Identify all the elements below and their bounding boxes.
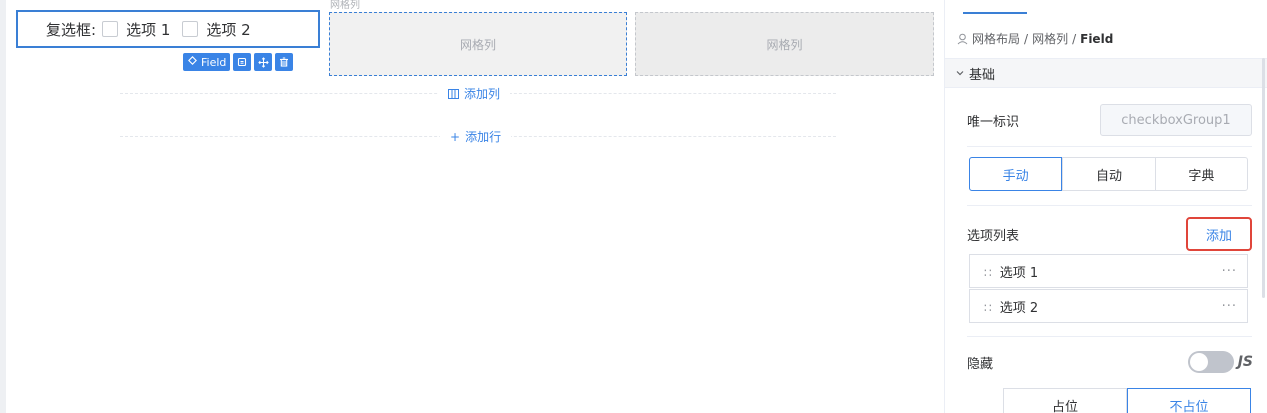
checkbox-option-label: 选项 1	[126, 20, 171, 39]
checkbox-option-label: 选项 2	[206, 20, 251, 39]
field-toolbar: Field	[183, 53, 294, 71]
placeholder-mode-selector: 占位 不占位	[1003, 388, 1251, 413]
add-column-button[interactable]: 添加列	[438, 85, 511, 102]
plus-icon: +	[450, 129, 461, 144]
grid-column-label: 网格列	[766, 37, 803, 52]
hidden-label: 隐藏	[967, 356, 994, 372]
panel-scrollbar[interactable]	[1262, 58, 1265, 298]
add-option-button[interactable]: 添加	[1186, 217, 1252, 251]
drag-handle-icon[interactable]: ∷	[984, 266, 992, 280]
option-source-selector: 手动 自动 字典	[969, 157, 1248, 191]
grid-row: 网格列 复选框: 选项 1 选项 2 Field 网格列 网格列	[6, 0, 950, 90]
grid-column[interactable]: 网格列	[635, 12, 934, 76]
more-icon[interactable]: ···	[1222, 264, 1237, 279]
source-mode-auto[interactable]: 自动	[1062, 158, 1154, 190]
copy-icon	[238, 57, 247, 67]
field-type-button[interactable]: Field	[183, 53, 231, 71]
options-list-label: 选项列表	[967, 228, 1020, 244]
checkbox-box[interactable]	[182, 21, 199, 37]
drag-handle-icon[interactable]: ∷	[984, 301, 992, 315]
hidden-toggle[interactable]	[1187, 351, 1234, 373]
breadcrumb-separator: /	[1024, 31, 1029, 46]
unique-id-row: 唯一标识 checkboxGroup1	[967, 104, 1252, 136]
design-canvas: 网格列 复选框: 选项 1 选项 2 Field 网格列 网格列 添加列 + 添…	[0, 0, 944, 413]
unique-id-label: 唯一标识	[967, 114, 1020, 130]
divider	[967, 336, 1252, 337]
trash-icon	[280, 57, 289, 67]
breadcrumb-current: Field	[1080, 31, 1114, 46]
panel-tabs	[945, 0, 1267, 18]
grid-column-caption: 网格列	[330, 0, 360, 11]
property-panel: 网格布局 / 网格列 / Field 基础 唯一标识 checkboxGroup…	[944, 0, 1267, 413]
option-item-label: 选项 2	[999, 300, 1039, 316]
field-type-icon	[187, 55, 198, 69]
hidden-switch-group: JS	[1187, 351, 1253, 373]
grid-column-label: 网格列	[459, 37, 496, 52]
breadcrumb-item[interactable]: 网格布局	[972, 30, 1020, 47]
user-icon	[957, 33, 968, 44]
checkbox-box[interactable]	[102, 21, 119, 37]
divider	[967, 146, 1252, 147]
checkbox-option-1[interactable]: 选项 1	[102, 19, 170, 40]
section-title: 基础	[969, 67, 996, 83]
section-basic-header[interactable]: 基础	[945, 58, 1267, 88]
breadcrumb-separator: /	[1072, 31, 1077, 46]
field-type-label: Field	[201, 55, 227, 69]
checkbox-field-widget[interactable]: 复选框: 选项 1 选项 2	[16, 10, 320, 48]
js-label[interactable]: JS	[1238, 354, 1253, 370]
chevron-down-icon	[956, 71, 964, 76]
hidden-row: 隐藏 JS	[967, 351, 1253, 373]
checkbox-field-label: 复选框:	[46, 20, 97, 39]
checkbox-option-2[interactable]: 选项 2	[182, 19, 251, 40]
option-item[interactable]: ∷ 选项 1 ···	[969, 254, 1248, 288]
copy-field-button[interactable]	[233, 53, 252, 71]
active-tab-indicator	[963, 12, 1027, 14]
grid-column-selected[interactable]: 网格列	[329, 12, 627, 76]
breadcrumb-item[interactable]: 网格列	[1032, 30, 1068, 47]
placeholder-mode-no-occupy[interactable]: 不占位	[1127, 388, 1251, 413]
placeholder-mode-occupy[interactable]: 占位	[1003, 388, 1127, 413]
delete-field-button[interactable]	[275, 53, 294, 71]
breadcrumb: 网格布局 / 网格列 / Field	[957, 30, 1113, 47]
toggle-knob	[1189, 353, 1208, 371]
add-column-label: 添加列	[464, 87, 501, 101]
columns-icon	[448, 88, 459, 99]
unique-id-input[interactable]: checkboxGroup1	[1100, 104, 1252, 136]
option-item[interactable]: ∷ 选项 2 ···	[969, 289, 1248, 323]
source-mode-manual[interactable]: 手动	[969, 157, 1063, 191]
source-mode-dictionary[interactable]: 字典	[1154, 158, 1247, 190]
more-icon[interactable]: ···	[1222, 299, 1237, 314]
add-row-button[interactable]: + 添加行	[440, 128, 512, 145]
divider	[967, 205, 1252, 206]
options-list-row: 选项列表 添加	[967, 217, 1252, 251]
option-item-label: 选项 1	[999, 265, 1039, 281]
move-icon	[258, 56, 269, 68]
add-row-label: 添加行	[465, 130, 502, 144]
move-field-button[interactable]	[254, 53, 273, 71]
